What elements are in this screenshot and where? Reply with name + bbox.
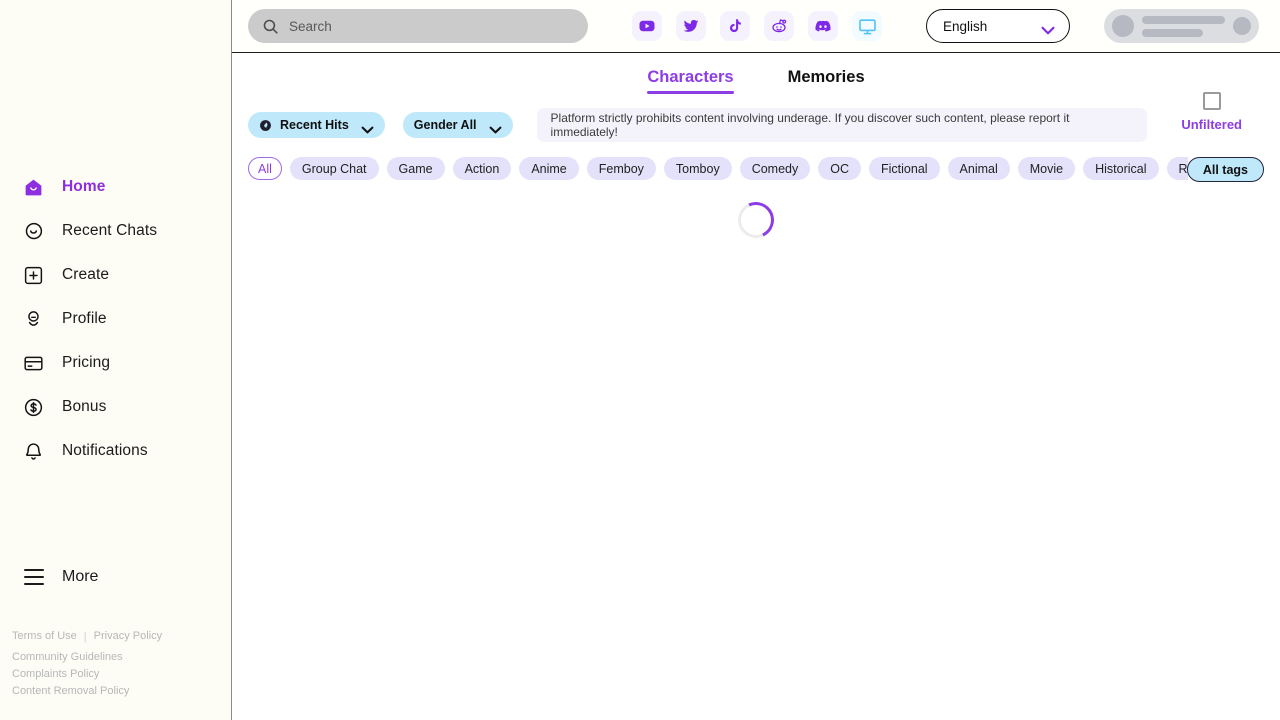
unfiltered-checkbox[interactable] [1202,92,1221,110]
sidebar-item-label: Bonus [62,398,107,415]
chevron-down-icon [1041,22,1055,34]
user-icon [22,308,44,330]
community-guidelines-link[interactable]: Community Guidelines [12,649,162,666]
monitor-icon[interactable] [852,11,882,41]
tag-chip[interactable]: Game [386,157,445,180]
tag-chip[interactable]: Group Chat [289,157,379,180]
more-button[interactable]: More [0,568,98,586]
search-input[interactable]: Search [248,9,588,43]
sidebar-item-label: Recent Chats [62,222,158,239]
sidebar-item-label: Home [62,178,106,195]
unfiltered-toggle[interactable]: Unfiltered [1181,92,1242,132]
content-loading-area [232,180,1280,244]
sidebar-item-notifications[interactable]: Notifications [0,429,231,473]
account-skeleton[interactable] [1104,9,1259,43]
sort-filter-dropdown[interactable]: Recent Hits [248,112,385,138]
sidebar-item-create[interactable]: Create [0,253,231,297]
sidebar-footer: Terms of Use | Privacy Policy Community … [12,628,162,700]
content-tabs: Characters Memories [232,53,1280,94]
tag-chip[interactable]: Femboy [586,157,656,180]
tab-characters[interactable]: Characters [647,68,734,94]
sidebar-item-home[interactable]: Home [0,165,231,209]
sidebar-nav: Home Recent Chats Create Profile Pricing… [0,0,231,473]
sidebar-item-profile[interactable]: Profile [0,297,231,341]
all-tags-button[interactable]: All tags [1186,157,1264,182]
chevron-down-icon [361,121,374,134]
chevron-down-icon [489,121,502,134]
search-icon [262,18,279,35]
sidebar-item-label: Pricing [62,354,111,371]
reddit-icon[interactable] [764,11,794,41]
badge-icon [259,119,272,132]
footer-separator: | [83,630,87,643]
bell-icon [22,440,44,462]
sidebar-item-label: Notifications [62,442,148,459]
tag-list: All Group Chat Game Action Anime Femboy … [232,142,1280,180]
tag-chip[interactable]: All [248,157,282,180]
tag-chip[interactable]: Fictional [869,157,940,180]
youtube-icon[interactable] [632,11,662,41]
tag-chip[interactable]: Animal [947,157,1010,180]
filter-bar: Recent Hits Gender All Platform strictly… [232,92,1280,142]
sort-filter-label: Recent Hits [280,118,349,132]
tag-chip[interactable]: Historical [1083,157,1159,180]
tag-chip[interactable]: Tomboy [663,157,732,180]
discord-icon[interactable] [808,11,838,41]
search-placeholder: Search [289,18,332,34]
tiktok-icon[interactable] [720,11,750,41]
sidebar-item-recent-chats[interactable]: Recent Chats [0,209,231,253]
language-value: English [943,18,988,34]
policy-notice-banner: Platform strictly prohibits content invo… [536,108,1147,142]
plus-square-icon [22,264,44,286]
more-label: More [62,568,99,585]
dollar-circle-icon [22,396,44,418]
policy-notice-text: Platform strictly prohibits content invo… [550,111,1070,139]
terms-of-use-link[interactable]: Terms of Use [12,628,77,645]
gender-filter-dropdown[interactable]: Gender All [402,112,513,138]
skeleton-bar [1142,15,1225,24]
tag-chip[interactable]: Anime [519,157,579,180]
sidebar-item-pricing[interactable]: Pricing [0,341,231,385]
hamburger-icon [24,569,44,585]
sidebar-item-bonus[interactable]: Bonus [0,385,231,429]
loading-spinner [732,196,780,244]
sidebar: Home Recent Chats Create Profile Pricing… [0,0,232,720]
privacy-policy-link[interactable]: Privacy Policy [94,628,162,645]
chat-bubble-icon [22,220,44,242]
skeleton-circle [1233,17,1251,35]
tag-filter-zone: All Group Chat Game Action Anime Femboy … [232,142,1280,202]
credit-card-icon [22,352,44,374]
tab-memories[interactable]: Memories [788,68,865,94]
tag-chip[interactable]: Comedy [739,157,811,180]
tag-chip[interactable]: Action [452,157,512,180]
social-links [632,11,882,41]
avatar [1112,15,1134,37]
content-removal-policy-link[interactable]: Content Removal Policy [12,683,162,700]
app-root: Home Recent Chats Create Profile Pricing… [0,0,1280,720]
tag-chip[interactable]: Movie [1017,157,1076,180]
tag-chip[interactable]: OC [818,157,861,180]
sidebar-item-label: Create [62,266,110,283]
home-icon [22,176,44,198]
top-bar: Search English [232,0,1280,53]
footer-row-legal: Terms of Use | Privacy Policy [12,628,162,645]
gender-filter-label: Gender All [413,118,477,132]
language-selector[interactable]: English [926,9,1070,43]
twitter-icon[interactable] [676,11,706,41]
skeleton-bars [1142,15,1225,37]
unfiltered-label: Unfiltered [1181,117,1242,132]
main-content: Search English Characters Memories Recen… [232,0,1280,720]
skeleton-bar [1142,28,1204,37]
sidebar-item-label: Profile [62,310,107,327]
complaints-policy-link[interactable]: Complaints Policy [12,666,162,683]
